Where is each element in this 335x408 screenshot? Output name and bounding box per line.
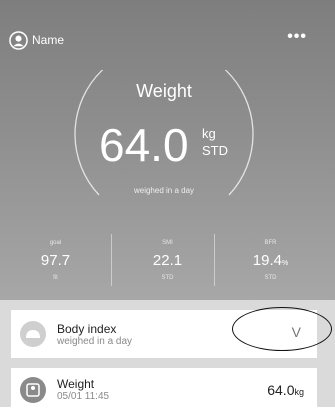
- stat-goal[interactable]: goal 97.7 fit: [0, 230, 111, 292]
- stat-label: goal: [49, 240, 62, 246]
- stat-label: SMI: [162, 240, 173, 246]
- stat-value: 22.1: [152, 252, 183, 269]
- body-index-icon: [20, 321, 46, 347]
- body-index-title: Body index: [57, 322, 117, 336]
- stat-smi[interactable]: SMI 22.1 STD: [112, 230, 223, 292]
- stat-label: BFR: [264, 240, 277, 246]
- top-bar: Name •••: [9, 28, 307, 50]
- scale-icon: [20, 377, 46, 403]
- gauge-subtitle: weighed in a day: [133, 186, 195, 195]
- weight-value: 64.0: [99, 119, 189, 171]
- highlight-annotation: [232, 307, 332, 351]
- header: Name ••• Weight 64.0 kg STD weighed in a…: [0, 0, 335, 300]
- weight-gauge: Weight 64.0 kg STD weighed in a day: [74, 70, 254, 200]
- stat-value: 19.4%: [252, 252, 289, 269]
- stat-sub: fit: [53, 275, 58, 281]
- stat-sub: STD: [264, 275, 277, 281]
- weight-unit: kg STD: [202, 125, 228, 159]
- more-options-icon[interactable]: •••: [287, 28, 307, 46]
- body-index-subtitle: weighed in a day: [57, 336, 133, 347]
- stat-value: 97.7: [40, 252, 71, 269]
- user-name[interactable]: Name: [32, 33, 64, 47]
- weight-unit-std: STD: [202, 143, 228, 158]
- user-avatar-icon[interactable]: [9, 31, 28, 50]
- gauge-title: Weight: [136, 81, 192, 101]
- weight-unit-kg: kg: [202, 126, 216, 141]
- stat-bfr[interactable]: BFR 19.4% STD: [215, 230, 326, 292]
- weight-card[interactable]: Weight 05/01 11:45 64.0kg: [11, 368, 317, 407]
- weight-card-title: Weight: [57, 377, 95, 391]
- stats-row: goal 97.7 fit SMI 22.1 STD BFR 19.4% STD: [0, 230, 335, 292]
- weight-card-date: 05/01 11:45: [57, 391, 110, 402]
- weight-card-value: 64.0kg: [267, 382, 304, 398]
- stat-sub: STD: [161, 275, 174, 281]
